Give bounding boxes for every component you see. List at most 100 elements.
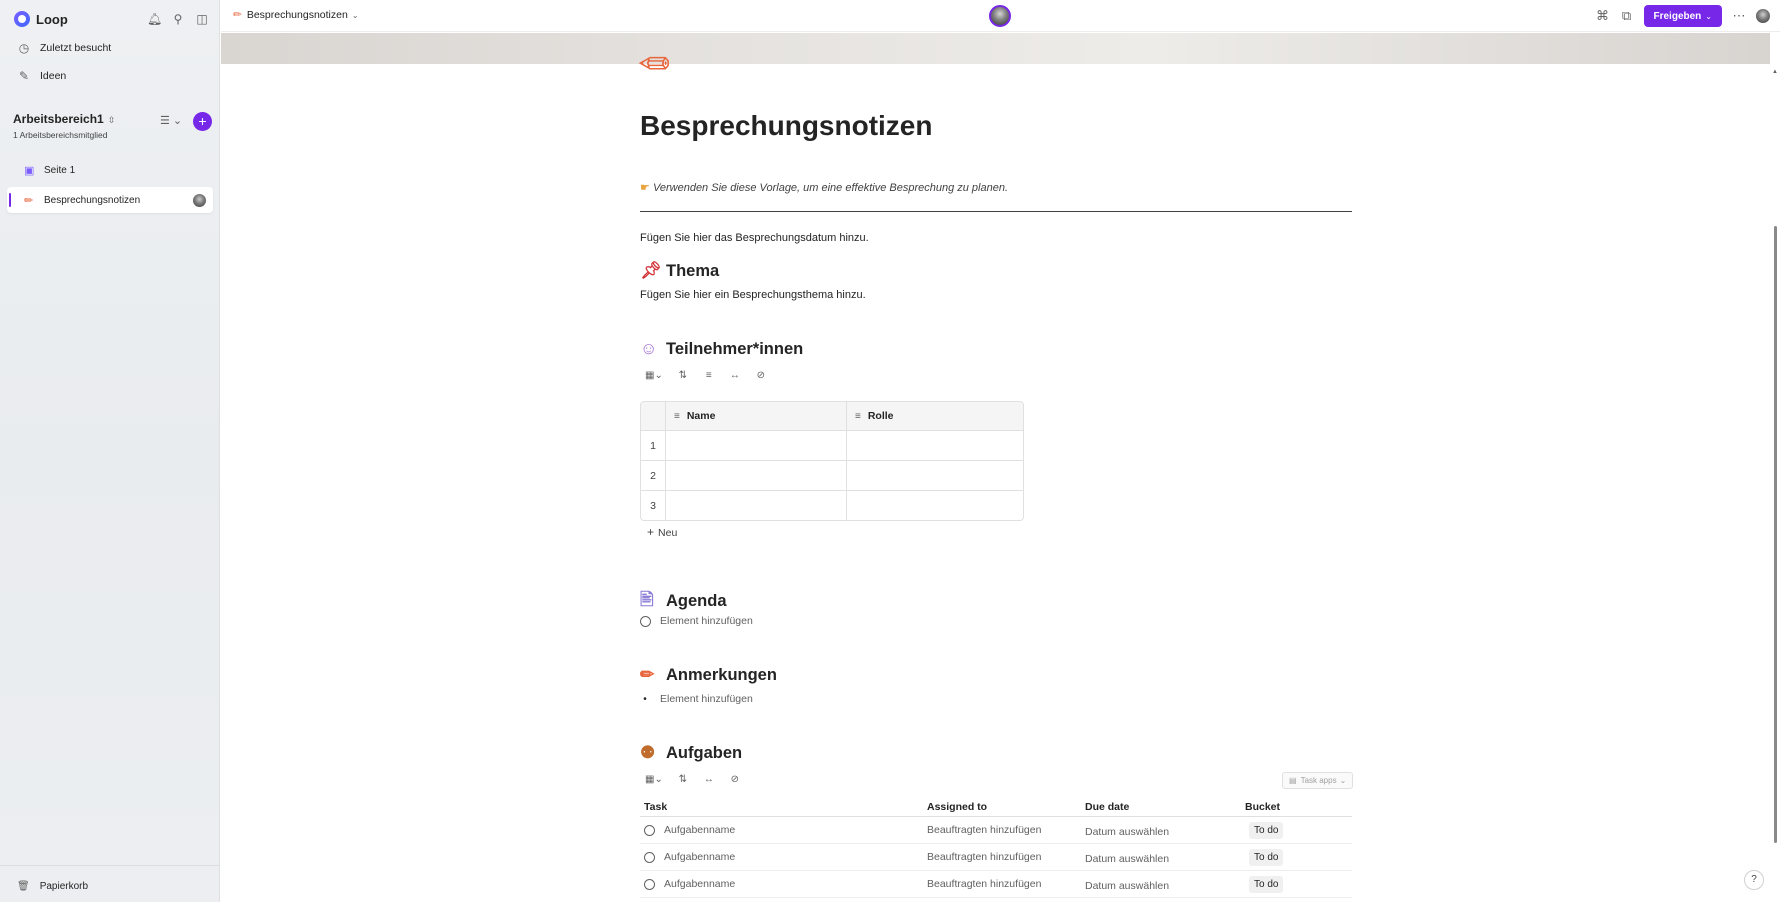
chevron-down-icon: ⌄ [1705, 11, 1712, 21]
task-due-date[interactable]: Datum auswählen [1085, 850, 1245, 865]
column-header-assigned[interactable]: Assigned to [925, 801, 1085, 813]
table-row: 1 [641, 430, 1023, 460]
column-width-icon[interactable]: ↔ [729, 370, 741, 381]
column-header-bucket[interactable]: Bucket [1245, 801, 1352, 813]
scroll-up-icon[interactable]: ▲ [1772, 69, 1778, 75]
help-button[interactable]: ? [1744, 870, 1764, 890]
notes-heading-text: Anmerkungen [666, 665, 777, 684]
role-cell[interactable] [846, 491, 1023, 520]
more-options-icon[interactable]: ⋯ [1732, 8, 1746, 24]
search-icon[interactable]: ⚲ [171, 12, 185, 26]
trash-link[interactable]: 🗑︎ Papierkorb [17, 881, 88, 892]
task-name[interactable]: Aufgabenname [664, 851, 735, 863]
tasks-toolbar: ▦⌄ ⇅ ↔ ⊘ [645, 774, 741, 785]
table-row: 3 [641, 490, 1023, 520]
column-header-name[interactable]: ≡ Name [665, 402, 846, 430]
breadcrumb[interactable]: ✏︎ Besprechungsnotizen ⌄ [233, 9, 359, 21]
task-assignee[interactable]: Beauftragten hinzufügen [925, 824, 1085, 836]
page-title[interactable]: Besprechungsnotizen [640, 110, 932, 142]
hide-icon[interactable]: ⊘ [729, 774, 741, 785]
filter-icon[interactable]: ≡ [703, 370, 715, 381]
agenda-heading[interactable]: 🖹 Agenda [640, 587, 727, 616]
participants-table: ≡ Name ≡ Rolle 1 2 3 [640, 401, 1024, 521]
name-cell[interactable] [665, 491, 846, 520]
scrollbar[interactable]: ▲ [1770, 33, 1780, 902]
sidebar-page-besprechungsnotizen[interactable]: ✏︎ Besprechungsnotizen [7, 187, 213, 213]
hide-icon[interactable]: ⊘ [755, 370, 767, 381]
sidebar-page-seite1[interactable]: ▣ Seite 1 [7, 157, 213, 183]
column-width-icon[interactable]: ↔ [703, 774, 715, 785]
column-header-label: Name [686, 410, 716, 422]
app-name: Loop [36, 11, 68, 27]
sort-icon[interactable]: ⇅ [677, 774, 689, 785]
table-row: Aufgabenname Beauftragten hinzufügen Dat… [640, 844, 1352, 871]
share-button[interactable]: Freigeben ⌄ [1643, 5, 1722, 27]
name-cell[interactable] [665, 431, 846, 460]
chevron-down-icon: ⌄ [1339, 776, 1347, 785]
user-avatar[interactable] [1756, 9, 1770, 23]
sort-icon[interactable]: ⇅ [677, 370, 689, 381]
topic-heading[interactable]: 📌︎ Thema [640, 261, 719, 281]
task-assignee[interactable]: Beauftragten hinzufügen [925, 851, 1085, 863]
person-icon: ☺ [640, 339, 658, 358]
role-cell[interactable] [846, 431, 1023, 460]
plus-icon: + [647, 525, 655, 539]
juggler-icon: ⚉ [640, 743, 656, 762]
tasks-heading[interactable]: ⚉ Aufgaben [640, 743, 742, 763]
checkbox-circle-icon[interactable] [640, 615, 651, 627]
collaborator-avatar[interactable] [989, 5, 1011, 27]
add-page-button[interactable]: + [193, 112, 212, 131]
table-view-icon[interactable]: ▦⌄ [645, 370, 663, 381]
column-header-role[interactable]: ≡ Rolle [846, 402, 1023, 430]
task-bucket[interactable]: To do [1249, 848, 1284, 866]
participants-heading[interactable]: ☺ Teilnehmer*innen [640, 339, 803, 359]
row-number: 3 [650, 499, 656, 512]
topic-placeholder[interactable]: Fügen Sie hier ein Besprechungsthema hin… [640, 289, 866, 301]
task-apps-button[interactable]: ▤ Task apps ⌄ [1282, 772, 1354, 789]
task-complete-circle-icon[interactable] [644, 878, 655, 890]
name-cell[interactable] [665, 461, 846, 490]
task-due-date[interactable]: Datum auswählen [1085, 877, 1245, 892]
tasks-heading-text: Aufgaben [666, 743, 743, 762]
role-cell[interactable] [846, 461, 1023, 490]
text-column-icon: ≡ [674, 410, 680, 422]
task-name[interactable]: Aufgabenname [664, 878, 735, 890]
nav-recent[interactable]: ◷ Zuletzt besucht [17, 38, 111, 58]
task-complete-circle-icon[interactable] [644, 824, 655, 836]
text-column-icon: ≡ [855, 410, 861, 422]
workspace-icon[interactable]: ⧉ [1620, 8, 1634, 24]
task-name[interactable]: Aufgabenname [664, 824, 735, 836]
column-header-due[interactable]: Due date [1085, 801, 1245, 813]
sort-menu-icon[interactable]: ☰︎ ⌄ [160, 114, 182, 127]
notes-heading[interactable]: ✏︎ Anmerkungen [640, 665, 777, 685]
task-bucket[interactable]: To do [1249, 821, 1284, 839]
task-bucket[interactable]: To do [1249, 875, 1284, 893]
column-header-task[interactable]: Task [640, 801, 925, 813]
table-row: Aufgabenname Beauftragten hinzufügen Dat… [640, 871, 1352, 898]
add-row-label: Neu [658, 527, 678, 539]
bell-icon[interactable]: 🔔︎ [147, 12, 162, 26]
divider [640, 211, 1352, 212]
scroll-thumb[interactable] [1774, 226, 1777, 843]
page-pencil-icon[interactable]: ✏︎ [638, 42, 670, 87]
date-placeholder[interactable]: Fügen Sie hier das Besprechungsdatum hin… [640, 232, 869, 244]
collapse-sidebar-icon[interactable]: ◫ [195, 12, 209, 26]
page-icon: ▣ [24, 164, 35, 177]
loop-logo-icon [14, 11, 30, 27]
workspace-title[interactable]: Arbeitsbereich1 ⇳ [13, 112, 115, 126]
task-complete-circle-icon[interactable] [644, 851, 655, 863]
agenda-item[interactable]: Element hinzufügen [640, 615, 753, 627]
nav-ideas[interactable]: ✎ Ideen [17, 66, 66, 86]
add-row-button[interactable]: + Neu [647, 525, 677, 539]
table-view-icon[interactable]: ▦⌄ [645, 774, 663, 785]
intro-text[interactable]: ☛ Verwenden Sie diese Vorlage, um eine e… [640, 181, 1008, 194]
apps-icon[interactable]: ⌘ [1596, 8, 1610, 24]
clock-icon: ◷ [18, 41, 30, 55]
notes-item[interactable]: • Element hinzufügen [640, 693, 753, 705]
task-assignee[interactable]: Beauftragten hinzufügen [925, 878, 1085, 890]
sidebar-page-label: Seite 1 [44, 164, 76, 176]
table-toolbar: ▦⌄ ⇅ ≡ ↔ ⊘ [645, 370, 767, 381]
table-row: 2 [641, 460, 1023, 490]
intro-text-content: Verwenden Sie diese Vorlage, um eine eff… [652, 182, 1009, 194]
task-due-date[interactable]: Datum auswählen [1085, 823, 1245, 838]
